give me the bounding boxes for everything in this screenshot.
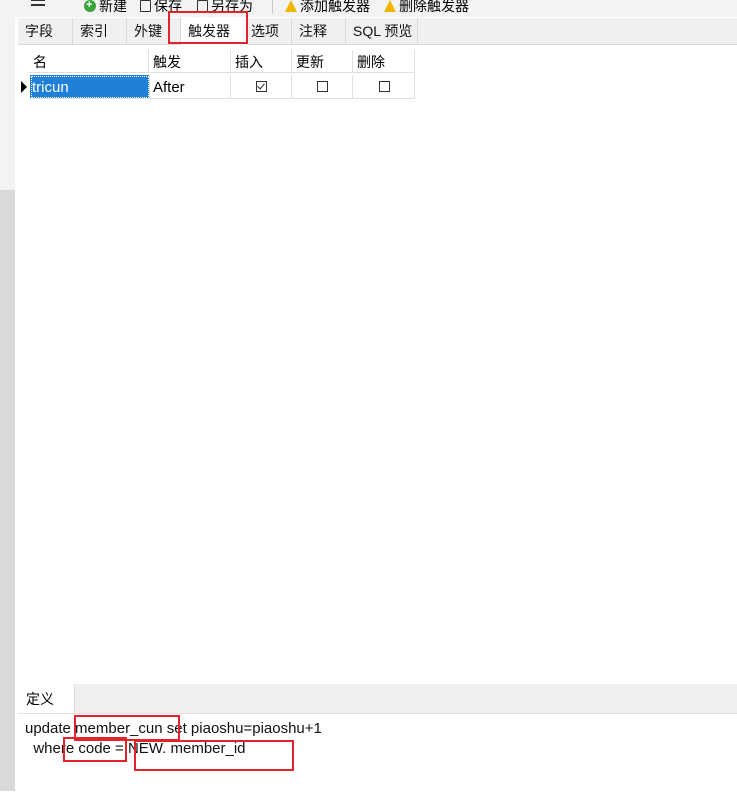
add-trigger-icon [285, 0, 297, 12]
save-as-button[interactable]: 另存为 [197, 0, 253, 16]
plus-circle-icon [84, 0, 96, 15]
trigger-insert-cell[interactable] [231, 75, 292, 99]
insert-checkbox[interactable] [256, 81, 267, 92]
tab-foreign-keys[interactable]: 外键 [127, 18, 181, 44]
trigger-name-cell[interactable]: tricun [30, 75, 150, 99]
new-button[interactable]: 新建 [84, 0, 127, 16]
new-button-label: 新建 [99, 0, 127, 14]
update-checkbox[interactable] [317, 81, 328, 92]
save-icon [140, 0, 151, 12]
tab-fields[interactable]: 字段 [18, 18, 73, 44]
delete-trigger-label: 删除触发器 [399, 0, 469, 14]
trigger-update-cell[interactable] [292, 75, 353, 99]
save-as-button-label: 另存为 [211, 0, 253, 14]
column-header-delete[interactable]: 删除 [353, 50, 415, 73]
delete-trigger-icon [384, 0, 396, 12]
tab-sql-preview[interactable]: SQL 预览 [346, 18, 418, 44]
save-as-icon [197, 0, 208, 12]
trigger-delete-cell[interactable] [353, 75, 415, 99]
tab-options[interactable]: 选项 [248, 18, 292, 44]
tab-comments[interactable]: 注释 [292, 18, 346, 44]
toolbar-separator [272, 0, 273, 14]
save-button[interactable]: 保存 [140, 0, 182, 16]
grid-header: 名 触发 插入 更新 删除 [18, 50, 415, 73]
column-header-fire[interactable]: 触发 [149, 50, 231, 73]
definition-editor[interactable]: update member_cun set piaoshu=piaoshu+1 … [18, 713, 737, 792]
code-line-1: update member_cun set piaoshu=piaoshu+1 [25, 720, 322, 737]
left-gutter-top [0, 0, 15, 190]
column-header-update[interactable]: 更新 [292, 50, 353, 73]
add-trigger-button[interactable]: 添加触发器 [285, 0, 370, 16]
hamburger-menu-icon[interactable] [31, 0, 45, 11]
tab-bar: 字段 索引 外键 触发器 选项 注释 SQL 预览 [18, 18, 737, 45]
tab-definition[interactable]: 定义 [18, 684, 75, 713]
left-gutter [0, 190, 15, 791]
table-row[interactable]: tricun After [18, 75, 415, 99]
add-trigger-label: 添加触发器 [300, 0, 370, 14]
column-header-insert[interactable]: 插入 [231, 50, 292, 73]
code-line-2: where code = NEW. member_id [25, 740, 246, 757]
delete-checkbox[interactable] [379, 81, 390, 92]
save-button-label: 保存 [154, 0, 182, 14]
toolbar: 新建 保存 另存为 添加触发器 删除触发器 [0, 0, 737, 17]
tab-indexes[interactable]: 索引 [73, 18, 127, 44]
trigger-fire-cell[interactable]: After [150, 75, 231, 99]
column-header-name[interactable]: 名 [29, 50, 149, 73]
tab-triggers[interactable]: 触发器 [181, 18, 248, 45]
delete-trigger-button[interactable]: 删除触发器 [384, 0, 469, 16]
current-row-arrow-icon [21, 81, 27, 93]
